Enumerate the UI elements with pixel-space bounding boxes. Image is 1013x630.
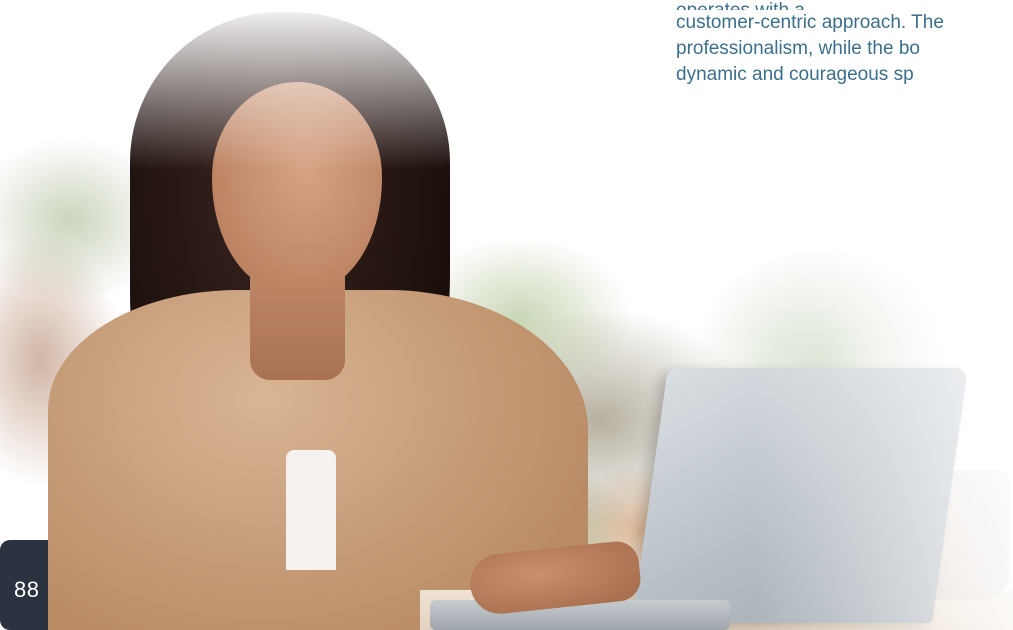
- body-line-3: dynamic and courageous sp: [676, 64, 914, 85]
- body-line-2: professionalism, while the bo: [676, 38, 920, 59]
- page-number: 88: [14, 577, 40, 602]
- white-undershirt: [286, 450, 336, 570]
- woman-using-laptop-photo: [0, 0, 1013, 630]
- body-line-1: customer-centric approach. The: [676, 12, 944, 33]
- brochure-page: operates with a customer-centric approac…: [0, 0, 1013, 630]
- body-line-partial: operates with a: [676, 0, 1013, 10]
- body-paragraph: operates with a customer-centric approac…: [676, 0, 1013, 88]
